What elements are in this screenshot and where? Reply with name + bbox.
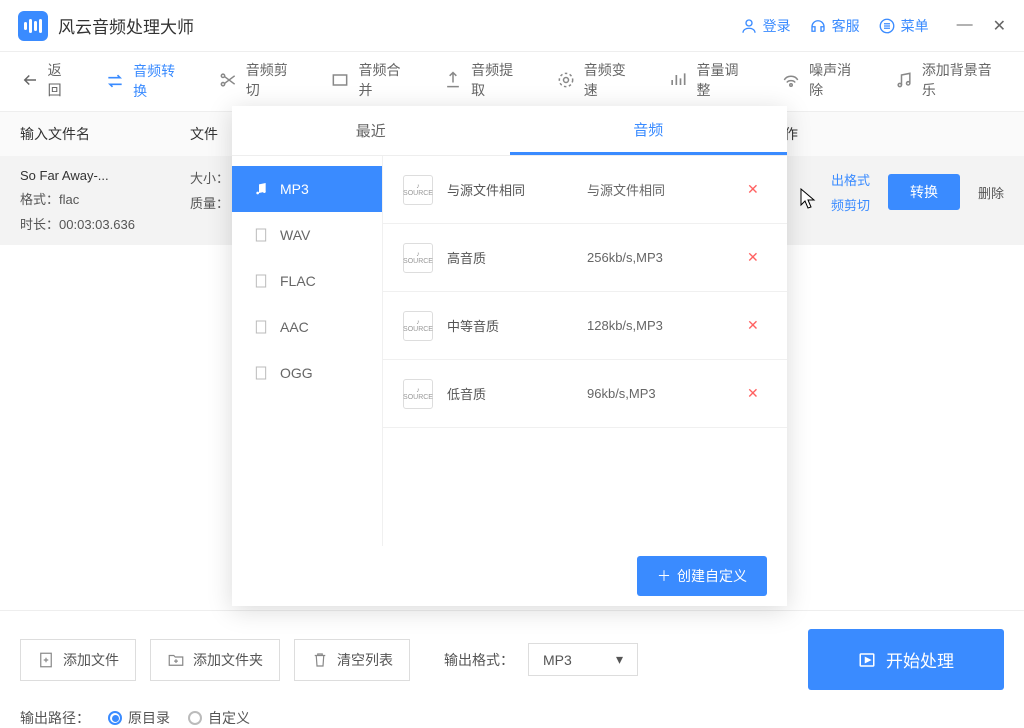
quality-row[interactable]: ♪SOURCE中等音质128kb/s,MP3✕ [383,292,787,360]
tab-label: 添加背景音乐 [922,60,1004,100]
headset-icon [809,17,827,35]
service-link[interactable]: 客服 [809,16,860,36]
login-link[interactable]: 登录 [740,16,791,36]
tab-extract[interactable]: 音频提取 [443,60,526,104]
radio-orig-dir[interactable]: 原目录 [108,708,170,728]
minimize-button[interactable]: — [957,16,973,36]
arrow-left-icon [20,70,40,90]
source-icon: ♪SOURCE [403,379,433,409]
folder-plus-icon [167,651,185,669]
merge-icon [330,70,350,90]
format-wav[interactable]: WAV [232,212,382,258]
source-icon: ♪SOURCE [403,311,433,341]
output-format-link[interactable]: 出格式 [831,170,870,189]
popup-tab-recent[interactable]: 最近 [232,106,510,155]
col-op: 操作 [770,124,1004,144]
tab-label: 音频提取 [471,60,526,100]
source-icon: ♪SOURCE [403,243,433,273]
noise-icon [781,70,801,90]
back-button[interactable]: 返回 [20,60,75,104]
file-duration: 时长：00:03:03.636 [20,214,190,233]
format-ogg[interactable]: OGG [232,350,382,396]
tab-convert[interactable]: 音频转换 [105,43,188,120]
volume-icon [668,70,688,90]
source-icon: ♪SOURCE [403,175,433,205]
tab-speed[interactable]: 音频变速 [556,60,639,104]
radio-dot-icon [108,711,122,725]
back-label: 返回 [48,60,75,100]
menu-icon [878,17,896,35]
menu-link[interactable]: 菜单 [878,16,929,36]
file-actions: 出格式 频剪切 转换 删除 [831,170,1004,214]
radio-dot-icon [188,711,202,725]
add-folder-button[interactable]: 添加文件夹 [150,639,280,681]
output-format-select[interactable]: MP3▾ [528,643,638,676]
output-path-label: 输出路径： [20,708,90,728]
service-label: 客服 [832,16,860,36]
output-format-label: 输出格式： [444,650,514,670]
tab-label: 音量调整 [696,60,751,100]
login-label: 登录 [763,16,791,36]
toolbar: 返回 音频转换 音频剪切 音频合并 音频提取 音频变速 音量调整 噪声消除 添加… [0,52,1024,112]
bottombar: 添加文件 添加文件夹 清空列表 输出格式： MP3▾ 开始处理 输出路径： 原目… [0,610,1024,720]
quality-list: ♪SOURCE与源文件相同与源文件相同✕ ♪SOURCE高音质256kb/s,M… [382,156,787,546]
file-icon [252,226,270,244]
tab-label: 音频合并 [358,60,413,100]
remove-icon[interactable]: ✕ [747,317,767,334]
file-plus-icon [37,651,55,669]
start-button[interactable]: 开始处理 [808,629,1004,690]
remove-icon[interactable]: ✕ [747,249,767,266]
delete-link[interactable]: 删除 [978,183,1004,202]
format-list: MP3 WAV FLAC AAC OGG [232,156,382,546]
tab-label: 音频剪切 [246,60,301,100]
quality-row[interactable]: ♪SOURCE与源文件相同与源文件相同✕ [383,156,787,224]
file-icon [252,318,270,336]
format-flac[interactable]: FLAC [232,258,382,304]
tab-noise[interactable]: 噪声消除 [781,60,864,104]
radio-custom-dir[interactable]: 自定义 [188,708,250,728]
quality-row[interactable]: ♪SOURCE低音质96kb/s,MP3✕ [383,360,787,428]
tab-label: 噪声消除 [809,60,864,100]
speed-icon [556,70,576,90]
col-name: 输入文件名 [20,124,190,144]
menu-label: 菜单 [901,16,929,36]
tab-bgm[interactable]: 添加背景音乐 [894,60,1004,104]
format-aac[interactable]: AAC [232,304,382,350]
remove-icon[interactable]: ✕ [747,181,767,198]
upload-icon [443,70,463,90]
add-file-button[interactable]: 添加文件 [20,639,136,681]
tab-volume[interactable]: 音量调整 [668,60,751,104]
file-format: 格式：flac [20,189,190,208]
quality-row[interactable]: ♪SOURCE高音质256kb/s,MP3✕ [383,224,787,292]
create-custom-button[interactable]: ＋创建自定义 [637,556,767,596]
scissors-icon [218,70,238,90]
convert-button[interactable]: 转换 [888,174,960,210]
plus-icon: ＋ [657,566,671,586]
chevron-down-icon: ▾ [616,651,623,668]
format-mp3[interactable]: MP3 [232,166,382,212]
tab-trim[interactable]: 音频剪切 [218,60,301,104]
close-button[interactable]: ✕ [993,16,1006,36]
tab-label: 音频转换 [133,61,188,101]
tab-label: 音频变速 [584,60,639,100]
trash-icon [311,651,329,669]
file-name: So Far Away-... [20,168,190,183]
play-icon [858,651,876,669]
tab-merge[interactable]: 音频合并 [330,60,413,104]
clear-list-button[interactable]: 清空列表 [294,639,410,681]
app-logo [18,11,48,41]
app-title: 风云音频处理大师 [58,13,194,38]
popup-tab-audio[interactable]: 音频 [510,106,788,155]
note-icon [252,180,270,198]
convert-icon [105,71,125,91]
file-icon [252,364,270,382]
audio-trim-link[interactable]: 频剪切 [831,195,870,214]
format-popup: 最近 音频 MP3 WAV FLAC AAC OGG ♪SOURCE与源文件相同… [232,106,787,606]
music-icon [894,70,914,90]
file-icon [252,272,270,290]
user-icon [740,17,758,35]
remove-icon[interactable]: ✕ [747,385,767,402]
